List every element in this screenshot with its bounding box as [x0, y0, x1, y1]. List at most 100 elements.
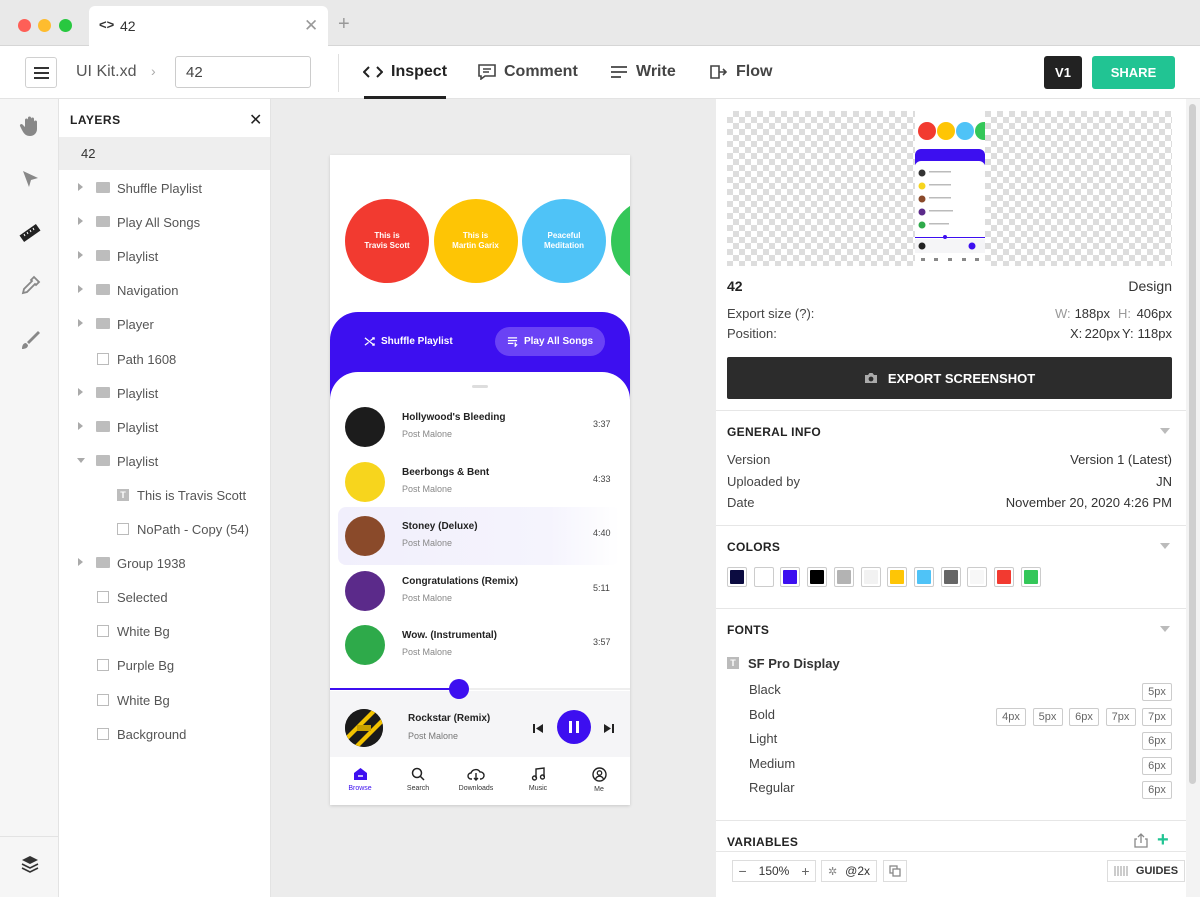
- playlist-card[interactable]: This is Martin Garix: [433, 199, 518, 283]
- layer-item[interactable]: Shuffle Playlist: [59, 171, 270, 205]
- layer-root[interactable]: 42: [59, 137, 270, 170]
- progress-knob[interactable]: [449, 679, 469, 699]
- pointer-icon[interactable]: [19, 168, 41, 190]
- layer-item[interactable]: White Bg: [59, 683, 270, 717]
- layer-item[interactable]: Player: [59, 307, 270, 341]
- nav-downloads[interactable]: Downloads: [446, 763, 506, 792]
- font-size-chip[interactable]: 7px: [1142, 707, 1172, 726]
- play-all-songs-button[interactable]: Play All Songs: [495, 327, 605, 356]
- color-swatch[interactable]: [860, 567, 881, 587]
- nav-music[interactable]: Music: [508, 763, 568, 792]
- file-name[interactable]: UI Kit.xd: [76, 63, 136, 81]
- song-row[interactable]: Wow. (Instrumental) Post Malone 3:57: [330, 617, 630, 672]
- chevron-down-icon[interactable]: [1160, 626, 1170, 632]
- layer-item[interactable]: Play All Songs: [59, 205, 270, 239]
- guides-button[interactable]: GUIDES: [1107, 860, 1185, 882]
- layer-item[interactable]: Playlist: [59, 444, 270, 478]
- color-swatch[interactable]: [994, 567, 1014, 587]
- layer-item[interactable]: T This is Travis Scott: [59, 478, 270, 512]
- ruler-icon[interactable]: [19, 222, 41, 244]
- tab-comment[interactable]: Comment: [478, 63, 578, 81]
- zoom-out-icon[interactable]: −: [738, 863, 746, 879]
- layer-item[interactable]: White Bg: [59, 614, 270, 648]
- color-swatch[interactable]: [913, 567, 934, 587]
- layer-item[interactable]: Playlist: [59, 239, 270, 273]
- layer-item[interactable]: Navigation: [59, 273, 270, 307]
- close-window-button[interactable]: [18, 19, 31, 32]
- shuffle-playlist-button[interactable]: Shuffle Playlist: [364, 336, 453, 347]
- artboard-input[interactable]: [175, 56, 311, 88]
- color-swatch[interactable]: [833, 567, 854, 587]
- color-swatch[interactable]: [887, 567, 908, 587]
- copy-button[interactable]: [883, 860, 907, 882]
- chevron-right-icon[interactable]: [78, 319, 83, 328]
- font-size-chip[interactable]: 5px: [1142, 683, 1172, 701]
- playlist-card[interactable]: This is Travis Scott: [345, 199, 429, 283]
- chevron-right-icon[interactable]: [78, 251, 83, 260]
- scrollbar-thumb[interactable]: [1189, 104, 1196, 784]
- color-swatch[interactable]: [967, 567, 988, 587]
- layer-item[interactable]: Selected: [59, 580, 270, 614]
- chevron-right-icon[interactable]: [78, 387, 83, 396]
- layer-item[interactable]: Playlist: [59, 410, 270, 444]
- layer-item[interactable]: Background: [59, 717, 270, 751]
- color-swatch[interactable]: [727, 567, 747, 587]
- export-icon[interactable]: [1134, 833, 1148, 848]
- font-size-chip[interactable]: 6px: [1142, 756, 1172, 775]
- font-size-chip[interactable]: 4px: [996, 707, 1026, 726]
- export-screenshot-button[interactable]: EXPORT SCREENSHOT: [727, 357, 1172, 399]
- chevron-down-icon[interactable]: [1160, 428, 1170, 434]
- font-size-chip[interactable]: 5px: [1032, 707, 1063, 726]
- minimize-window-button[interactable]: [38, 19, 51, 32]
- next-icon[interactable]: [604, 724, 614, 733]
- nav-browse[interactable]: Browse: [330, 763, 390, 792]
- chevron-right-icon[interactable]: [78, 558, 83, 567]
- font-size-chip[interactable]: 6px: [1142, 781, 1172, 800]
- color-swatch[interactable]: [807, 567, 828, 587]
- pause-button[interactable]: [557, 710, 591, 744]
- maximize-window-button[interactable]: [59, 19, 72, 32]
- layer-item[interactable]: NoPath - Copy (54): [59, 512, 270, 546]
- version-button[interactable]: V1: [1044, 56, 1082, 89]
- song-row[interactable]: Congratulations (Remix) Post Malone 5:11: [330, 563, 630, 618]
- artboard-preview[interactable]: This is Travis Scott This is Martin Garix…: [330, 155, 630, 805]
- font-size-chip[interactable]: 6px: [1142, 732, 1172, 751]
- chevron-down-icon[interactable]: [1160, 543, 1170, 549]
- add-variable-icon[interactable]: +: [1157, 829, 1169, 852]
- tab-write[interactable]: Write: [610, 63, 676, 81]
- close-tab-icon[interactable]: ✕: [304, 16, 318, 36]
- hand-icon[interactable]: [19, 115, 41, 137]
- previous-icon[interactable]: [533, 724, 543, 733]
- scale-control[interactable]: ✲ @2x: [821, 860, 877, 882]
- color-swatch[interactable]: [1020, 567, 1041, 587]
- song-row[interactable]: Stoney (Deluxe) Post Malone 4:40: [330, 508, 630, 563]
- song-row[interactable]: Hollywood's Bleeding Post Malone 3:37: [330, 399, 630, 454]
- chevron-right-icon[interactable]: [78, 285, 83, 294]
- eyedropper-icon[interactable]: [19, 275, 41, 297]
- layers-icon[interactable]: [20, 854, 40, 874]
- brush-icon[interactable]: [19, 329, 41, 351]
- font-size-chip[interactable]: 7px: [1105, 707, 1136, 726]
- zoom-in-icon[interactable]: +: [801, 863, 809, 879]
- tab-inspect[interactable]: Inspect: [363, 63, 447, 81]
- tab-flow[interactable]: Flow: [710, 63, 772, 81]
- layer-item[interactable]: Purple Bg: [59, 648, 270, 682]
- chevron-down-icon[interactable]: [77, 457, 85, 463]
- playlist-card[interactable]: Peaceful Meditation: [522, 199, 606, 283]
- new-tab-button[interactable]: +: [338, 13, 350, 36]
- nav-search[interactable]: Search: [388, 763, 448, 792]
- nav-me[interactable]: Me: [569, 763, 629, 793]
- menu-button[interactable]: [25, 57, 57, 88]
- chevron-right-icon[interactable]: [78, 183, 83, 191]
- layer-item[interactable]: Playlist: [59, 376, 270, 410]
- share-button[interactable]: SHARE: [1092, 56, 1175, 89]
- color-swatch[interactable]: [753, 567, 774, 587]
- color-swatch[interactable]: [940, 567, 961, 587]
- browser-tab[interactable]: <> 42 ✕: [89, 6, 328, 46]
- layer-item[interactable]: Path 1608: [59, 342, 270, 376]
- color-swatch[interactable]: [780, 567, 801, 587]
- playlist-card[interactable]: [610, 199, 630, 283]
- layer-item[interactable]: Group 1938: [59, 546, 270, 580]
- scrollbar[interactable]: [1186, 99, 1200, 897]
- drag-handle[interactable]: [472, 385, 488, 388]
